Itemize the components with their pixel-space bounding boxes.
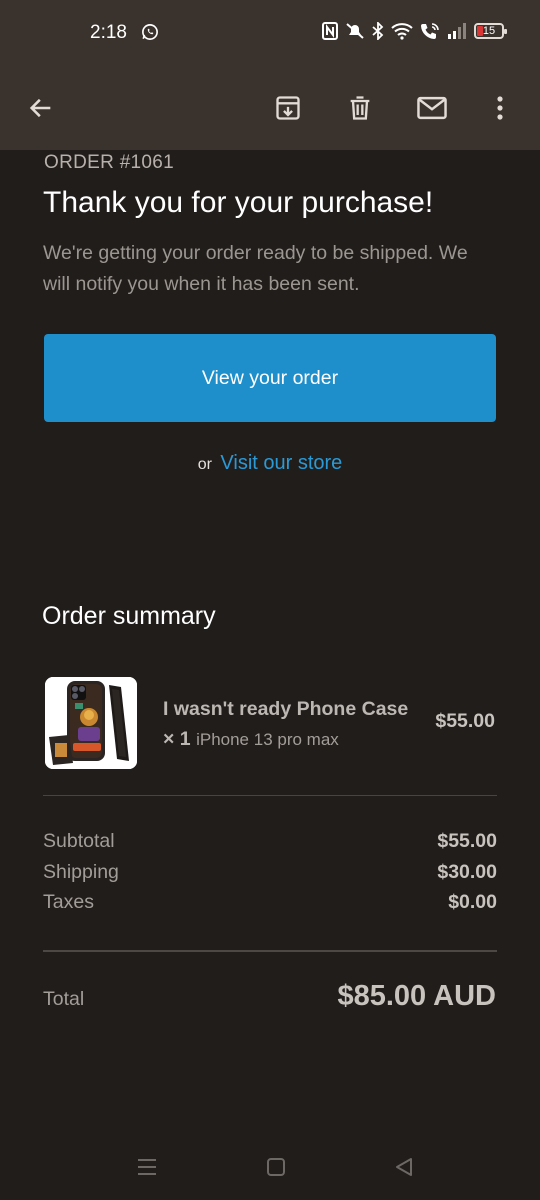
system-nav-bar	[0, 1140, 540, 1200]
battery-icon: 15	[474, 23, 507, 39]
bluetooth-icon	[372, 22, 384, 40]
taxes-value: $0.00	[448, 891, 497, 913]
wifi-call-icon	[420, 22, 440, 40]
total-label: Total	[43, 988, 85, 1010]
taxes-row: Taxes $0.00	[43, 891, 497, 921]
item-price: $55.00	[435, 710, 495, 732]
nfc-icon	[322, 22, 338, 40]
taxes-label: Taxes	[43, 891, 94, 913]
order-summary-title: Order summary	[42, 602, 216, 630]
mark-unread-icon[interactable]	[410, 86, 454, 130]
subtotal-row: Subtotal $55.00	[43, 830, 497, 860]
silent-icon	[345, 22, 365, 40]
divider	[43, 795, 497, 796]
shipping-row: Shipping $30.00	[43, 861, 497, 891]
back-arrow-icon[interactable]	[19, 86, 63, 130]
status-bar: 2:18 15	[0, 0, 540, 66]
product-image	[45, 677, 137, 769]
email-toolbar	[0, 66, 540, 150]
more-options-icon[interactable]	[478, 86, 522, 130]
home-icon[interactable]	[265, 1156, 287, 1183]
page-title: Thank you for your purchase!	[43, 186, 434, 219]
item-name: I wasn't ready Phone Case × 1 iPhone 13 …	[163, 694, 413, 755]
view-order-button[interactable]: View your order	[44, 334, 496, 422]
recents-icon[interactable]	[136, 1156, 158, 1183]
order-number: ORDER #1061	[44, 152, 175, 173]
signal-icon	[447, 22, 467, 40]
back-icon[interactable]	[393, 1156, 415, 1183]
store-link-line: or Visit our store	[0, 452, 540, 475]
delete-icon[interactable]	[338, 86, 382, 130]
shipping-label: Shipping	[43, 861, 119, 883]
divider	[43, 950, 497, 952]
total-value: $85.00 AUD	[337, 980, 496, 1012]
whatsapp-icon	[141, 23, 159, 46]
item-variant: iPhone 13 pro max	[196, 730, 339, 749]
archive-icon[interactable]	[266, 86, 310, 130]
battery-level: 15	[482, 25, 496, 37]
subtotal-label: Subtotal	[43, 830, 115, 852]
shipping-value: $30.00	[437, 861, 497, 883]
subtotal-value: $55.00	[437, 830, 497, 852]
clock: 2:18	[90, 22, 127, 43]
order-description: We're getting your order ready to be shi…	[43, 242, 468, 295]
visit-store-link[interactable]: Visit our store	[220, 452, 342, 474]
wifi-icon	[391, 22, 413, 40]
or-text: or	[197, 456, 212, 473]
